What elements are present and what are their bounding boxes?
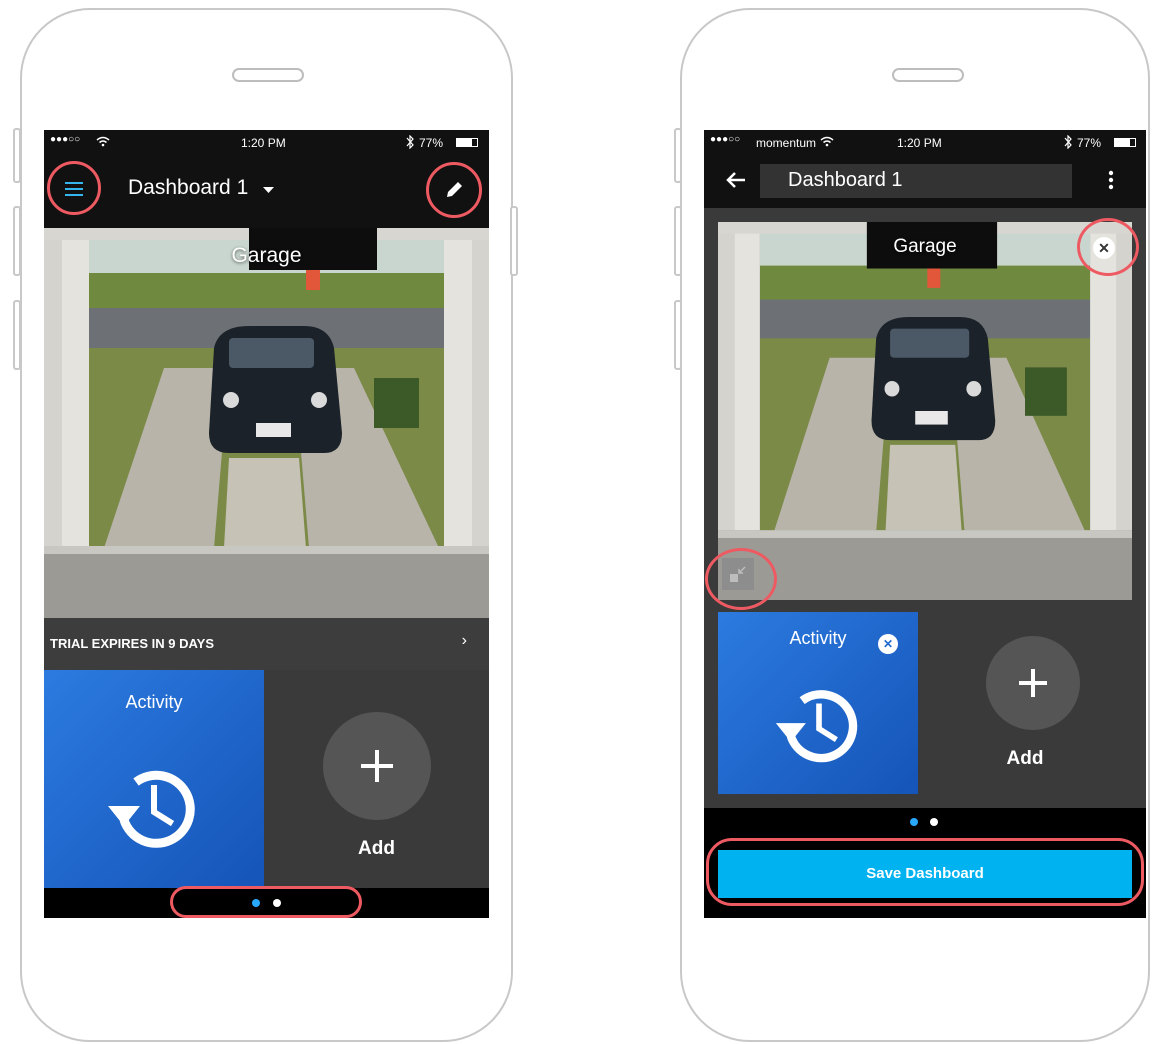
camera-view[interactable]: Garage [44, 228, 489, 618]
dashboard-title: Dashboard 1 [788, 169, 903, 191]
dashboard-title: Dashboard 1 [128, 176, 249, 199]
status-bar: ●●●○○ 1:20 PM 77% [44, 130, 489, 156]
signal-strength: ●●●○○ [710, 134, 741, 145]
signal-strength: ●●●○○ [50, 134, 81, 145]
add-tile[interactable]: Add [918, 612, 1132, 794]
battery-icon [1114, 138, 1136, 147]
trial-banner[interactable]: TRIAL EXPIRES IN 9 DAYS › [44, 618, 489, 670]
camera-title: Garage [231, 244, 302, 267]
history-clock-icon [775, 690, 858, 763]
add-tile-label: Add [358, 838, 395, 859]
highlight-ring-close [1077, 218, 1139, 276]
dropdown-caret-icon [262, 186, 274, 193]
app-header: Dashboard 1 [44, 156, 489, 228]
phone-left-side-button [13, 206, 21, 276]
add-circle [323, 712, 431, 820]
battery-percent: 77% [419, 136, 444, 150]
highlight-ring-edit [426, 162, 482, 218]
carrier-name: momentum [756, 136, 817, 150]
camera-title: Garage [893, 236, 957, 257]
kebab-menu-icon[interactable] [1108, 170, 1114, 190]
bluetooth-icon [406, 135, 414, 149]
back-arrow-icon[interactable] [726, 171, 746, 189]
phone-left-side-button [510, 206, 518, 276]
phone-right-speaker [892, 68, 964, 82]
highlight-ring-pager [170, 886, 362, 918]
phone-left-speaker [232, 68, 304, 82]
phone-right-side-button [674, 300, 682, 370]
garage-camera-image [44, 228, 489, 618]
activity-tile[interactable]: Activity [44, 670, 264, 888]
garage-camera-image [718, 222, 1132, 600]
battery-percent: 77% [1077, 136, 1102, 150]
trial-text: TRIAL EXPIRES IN 9 DAYS [50, 636, 214, 651]
phone-right-side-button [674, 128, 682, 183]
activity-tile[interactable]: Activity ✕ [718, 612, 918, 794]
phone-right-side-button [674, 206, 682, 276]
dashboard-name-field[interactable]: Dashboard 1 [760, 164, 1072, 198]
chevron-right-icon: › [461, 632, 467, 649]
page-dot-active[interactable] [910, 818, 918, 826]
battery-icon [456, 138, 478, 147]
plus-icon [1019, 669, 1047, 697]
history-clock-icon [108, 770, 195, 848]
wifi-icon [96, 136, 110, 147]
dashboard-selector[interactable]: Dashboard 1 [128, 176, 274, 206]
highlight-ring-collapse [705, 548, 777, 610]
app-header: Dashboard 1 [704, 156, 1146, 208]
status-bar: ●●●○○ momentum 1:20 PM 77% [704, 130, 1146, 156]
phone-left-side-button [13, 128, 21, 183]
activity-tile-label: Activity [125, 692, 183, 712]
add-circle [986, 636, 1080, 730]
phone-left-screen: ●●●○○ 1:20 PM 77% Dashboard 1 Garage TRI… [44, 130, 489, 918]
clock: 1:20 PM [897, 136, 942, 150]
plus-icon [361, 750, 393, 782]
wifi-icon [820, 136, 834, 147]
page-dot[interactable] [930, 818, 938, 826]
page-indicator[interactable] [704, 808, 1146, 836]
add-tile-label: Add [1006, 748, 1044, 769]
clock: 1:20 PM [241, 136, 286, 150]
bluetooth-icon [1064, 135, 1072, 149]
highlight-ring-menu [47, 161, 101, 215]
highlight-ring-save [706, 838, 1144, 906]
close-circle-icon[interactable]: ✕ [878, 634, 898, 654]
camera-view[interactable]: Garage [718, 222, 1132, 600]
add-tile[interactable]: Add [264, 670, 489, 888]
phone-left-side-button [13, 300, 21, 370]
